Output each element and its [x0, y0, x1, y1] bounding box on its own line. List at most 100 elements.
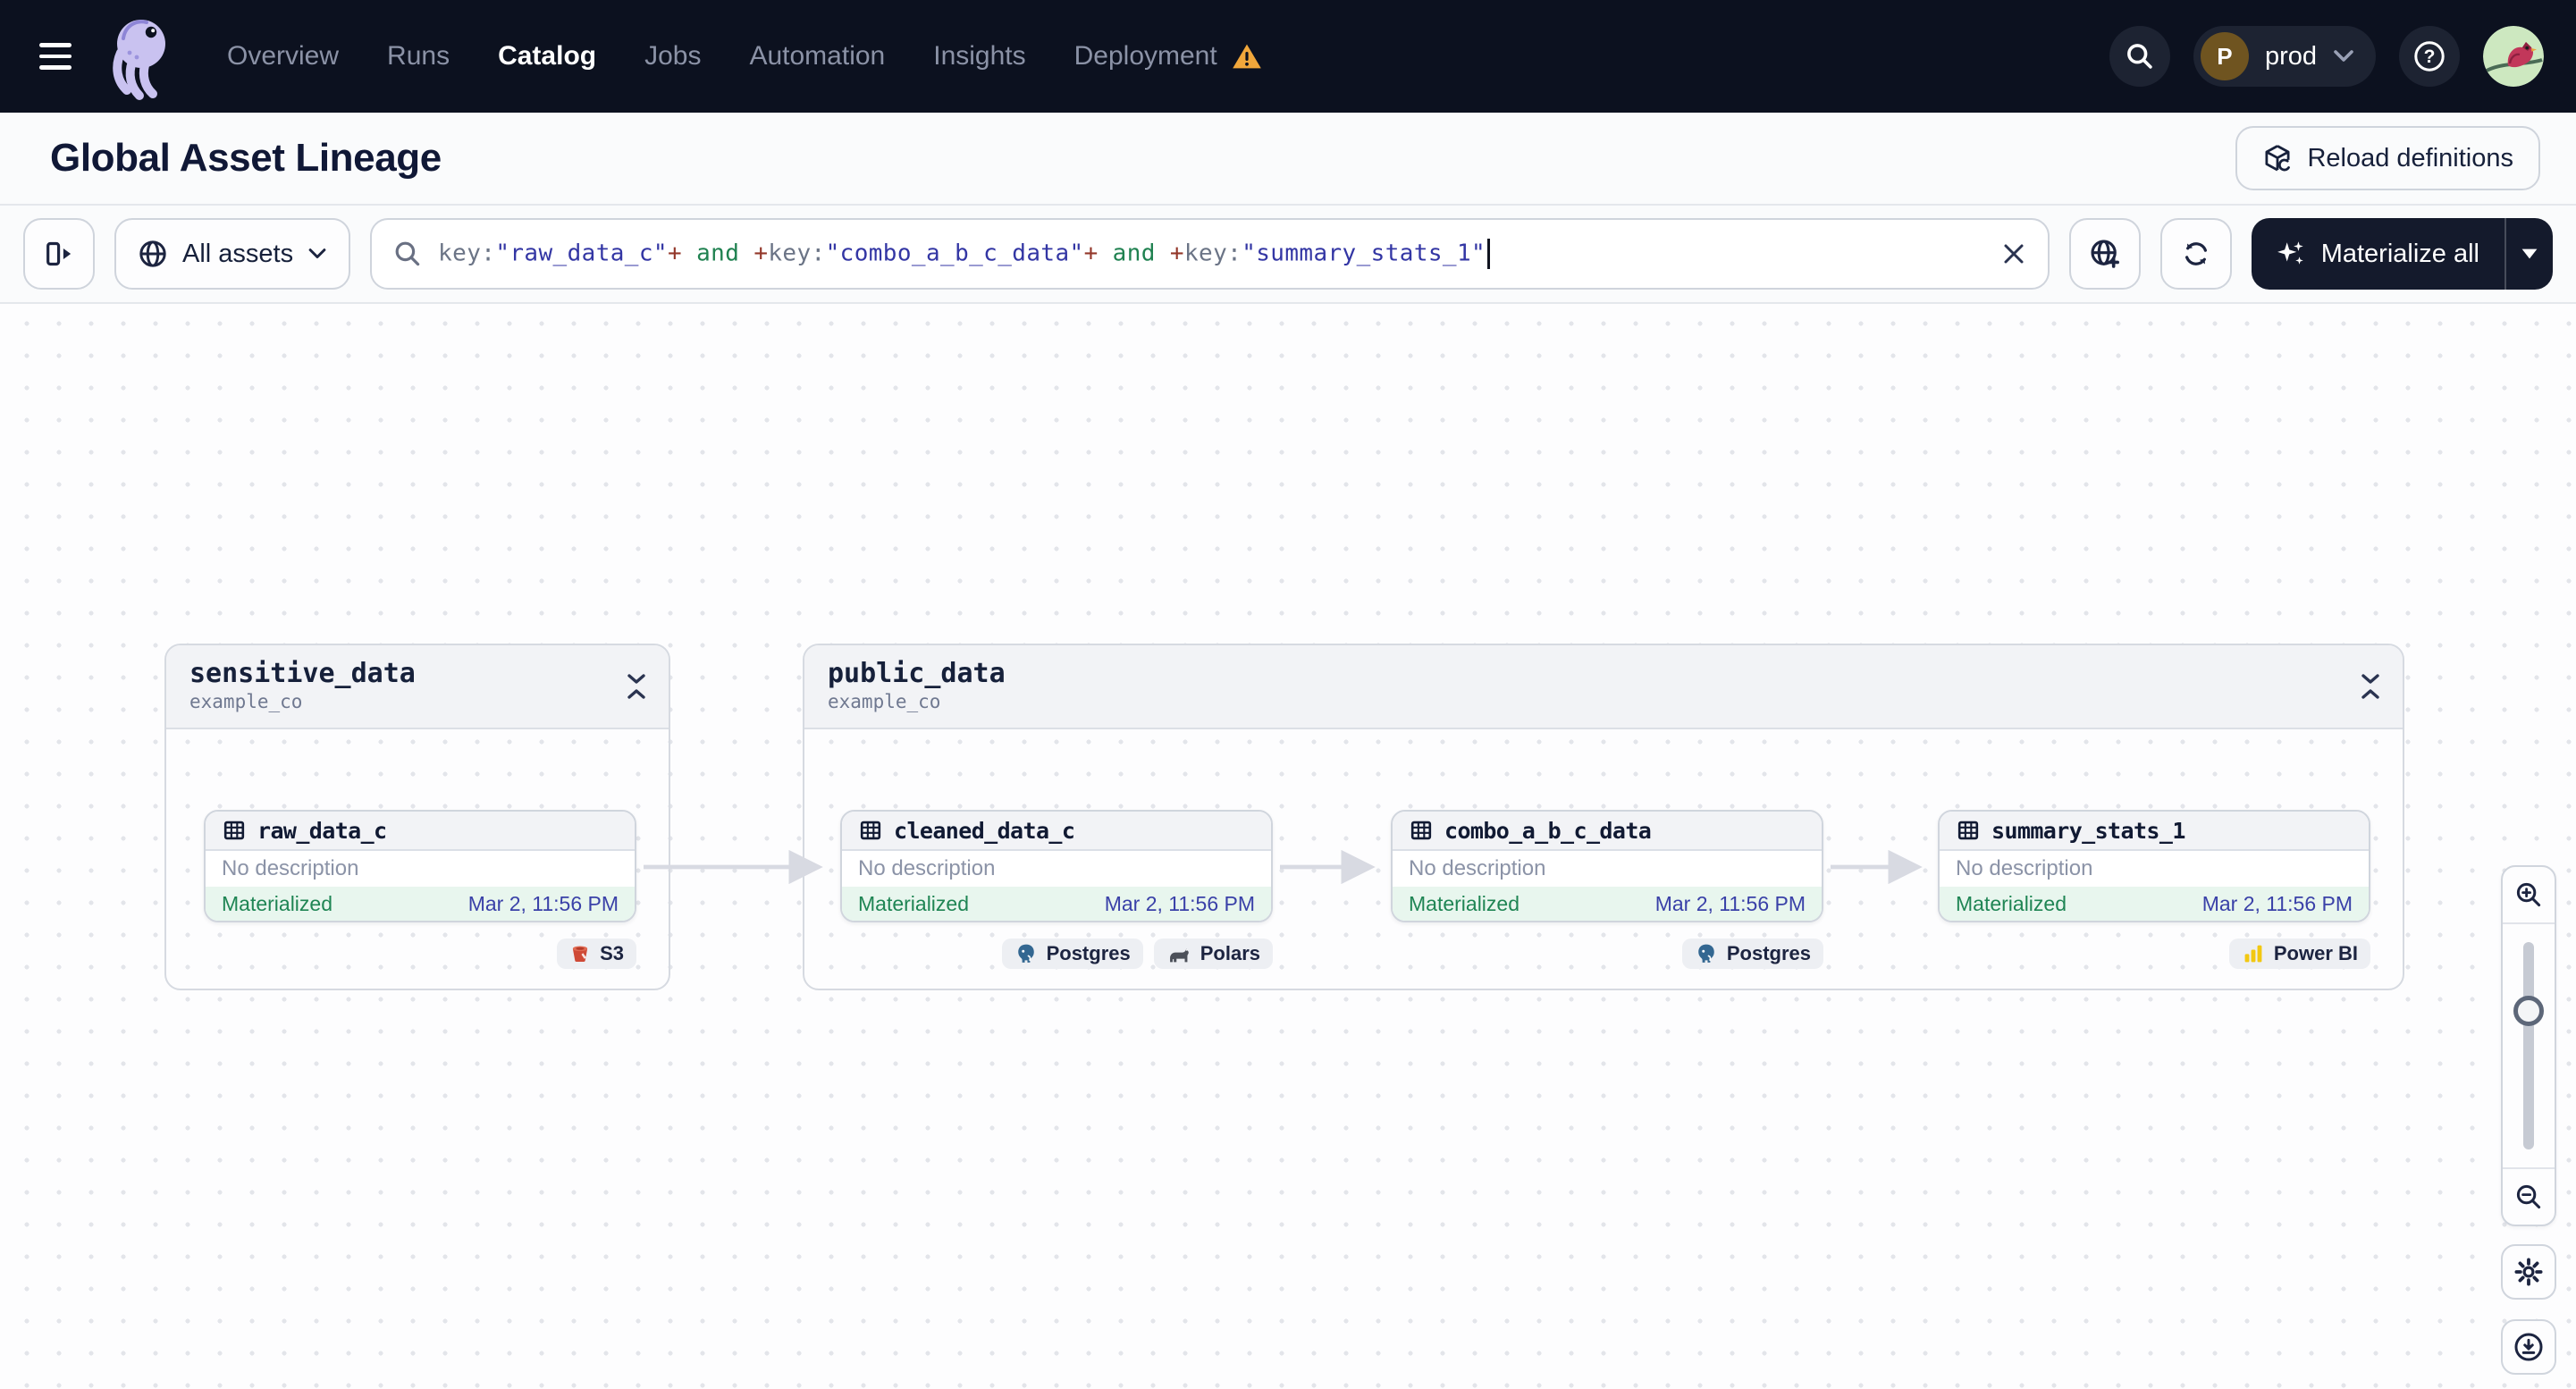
group-code-location: example_co [189, 691, 303, 712]
zoom-in-icon [2516, 882, 2541, 907]
materialization-timestamp[interactable]: Mar 2, 11:56 PM [468, 892, 619, 916]
asset-name: raw_data_c [257, 817, 387, 844]
asset-node[interactable]: raw_data_c No description Materialized M… [204, 810, 636, 922]
download-icon [2514, 1333, 2543, 1361]
deployment-switcher[interactable]: P prod [2193, 26, 2376, 87]
group-name: sensitive_data [189, 658, 416, 689]
asset-tags: Power BI [1938, 939, 2370, 969]
user-avatar[interactable] [2483, 26, 2544, 87]
asset-node[interactable]: cleaned_data_c No description Materializ… [840, 810, 1273, 922]
chevron-down-icon [2334, 50, 2353, 62]
cardinal-bird-avatar-image [2483, 26, 2544, 87]
text-cursor [1487, 239, 1491, 269]
postgres-elephant-icon [1017, 944, 1034, 963]
save-catalog-view-button[interactable] [2068, 218, 2141, 290]
deployment-warning-icon [1232, 44, 1261, 69]
collapse-group-button[interactable] [2354, 670, 2387, 703]
help-button[interactable]: ? [2399, 26, 2460, 87]
download-image-button[interactable] [2501, 1319, 2556, 1375]
top-nav-bar: Overview Runs Catalog Jobs Automation In… [0, 0, 2576, 113]
zoom-slider[interactable] [2503, 924, 2555, 1167]
clear-query-button[interactable] [2001, 241, 2026, 266]
deployment-avatar: P [2200, 32, 2249, 80]
asset-scope-dropdown[interactable]: All assets [114, 218, 351, 290]
asset-name: summary_stats_1 [1991, 817, 2185, 844]
collapse-icon [627, 674, 645, 699]
asset-description: No description [1409, 856, 1546, 880]
refresh-icon [2185, 242, 2207, 265]
materialization-status: Materialized [222, 891, 333, 915]
asset-node[interactable]: summary_stats_1 No description Materiali… [1938, 810, 2370, 922]
table-asset-icon [223, 821, 245, 840]
asset-description: No description [858, 856, 996, 880]
lineage-toolbar: All assets key:"raw_data_c"+ and +key:"c… [0, 206, 2576, 304]
svg-text:?: ? [2424, 46, 2436, 67]
tag-power-bi[interactable]: Power BI [2228, 939, 2370, 969]
graph-settings-button[interactable] [2501, 1244, 2556, 1300]
materialization-status: Materialized [858, 891, 969, 915]
global-search-button[interactable] [2109, 26, 2170, 87]
zoom-slider-handle[interactable] [2513, 996, 2544, 1026]
nav-item-overview[interactable]: Overview [227, 41, 339, 72]
group-header[interactable]: sensitive_data example_co [166, 645, 669, 729]
materialization-status: Materialized [1956, 891, 2067, 915]
hamburger-menu-button[interactable] [23, 24, 88, 88]
chevron-down-icon [308, 248, 326, 258]
nav-item-deployment[interactable]: Deployment [1074, 41, 1262, 72]
tag-postgres[interactable]: Postgres [1001, 939, 1143, 969]
materialization-status: Materialized [1409, 891, 1520, 915]
asset-summary-stats-1: summary_stats_1 No description Materiali… [1938, 810, 2370, 969]
materialization-timestamp[interactable]: Mar 2, 11:56 PM [1655, 892, 1806, 916]
collapse-group-button[interactable] [620, 670, 652, 703]
search-icon [395, 241, 420, 266]
nav-item-automation[interactable]: Automation [749, 41, 885, 72]
group-code-location: example_co [828, 691, 941, 712]
asset-name: combo_a_b_c_data [1444, 817, 1652, 844]
nav-item-catalog[interactable]: Catalog [498, 41, 596, 72]
table-asset-icon [860, 821, 881, 840]
asset-description: No description [222, 856, 359, 880]
materialize-all-main[interactable]: Materialize all [2252, 218, 2504, 290]
asset-name: cleaned_data_c [894, 817, 1075, 844]
materialize-all-button[interactable]: Materialize all [2251, 218, 2553, 290]
globe-icon [139, 240, 166, 267]
zoom-out-icon [2516, 1184, 2541, 1209]
tag-polars[interactable]: Polars [1153, 939, 1273, 969]
caret-down-icon [2521, 248, 2538, 259]
page-title: Global Asset Lineage [50, 136, 442, 180]
zoom-out-button[interactable] [2503, 1169, 2555, 1225]
nav-item-jobs[interactable]: Jobs [644, 41, 701, 72]
tag-s3[interactable]: S3 [557, 939, 636, 969]
dagster-octopus-logo [113, 20, 165, 100]
open-panel-icon [46, 241, 72, 266]
zoom-in-button[interactable] [2503, 867, 2555, 922]
asset-scope-label: All assets [182, 239, 294, 268]
asset-tags: Postgres Polars [840, 939, 1273, 969]
zoom-slider-track[interactable] [2523, 942, 2534, 1149]
open-left-panel-button[interactable] [23, 218, 95, 290]
asset-node[interactable]: combo_a_b_c_data No description Material… [1391, 810, 1823, 922]
refresh-graph-button[interactable] [2159, 218, 2232, 290]
asset-cleaned-data-c: cleaned_data_c No description Materializ… [840, 810, 1273, 969]
asset-selection-query: key:"raw_data_c"+ and +key:"combo_a_b_c_… [438, 239, 1985, 269]
nav-item-insights[interactable]: Insights [933, 41, 1025, 72]
group-header[interactable]: public_data example_co [804, 645, 2403, 729]
reload-definitions-icon [2265, 145, 2291, 172]
reload-definitions-button[interactable]: Reload definitions [2235, 126, 2540, 190]
table-asset-icon [1957, 821, 1979, 840]
tag-postgres[interactable]: Postgres [1681, 939, 1823, 969]
zoom-control-group [2501, 865, 2556, 1226]
help-icon: ? [2414, 41, 2445, 72]
lineage-graph-canvas[interactable]: sensitive_data example_co raw_data_c No … [0, 304, 2576, 1389]
asset-combo-a-b-c-data: combo_a_b_c_data No description Material… [1391, 810, 1823, 969]
materialization-timestamp[interactable]: Mar 2, 11:56 PM [1105, 892, 1255, 916]
asset-tags: S3 [204, 939, 636, 969]
asset-selection-input[interactable]: key:"raw_data_c"+ and +key:"combo_a_b_c_… [370, 218, 2050, 290]
materialize-options-caret[interactable] [2504, 218, 2553, 290]
postgres-elephant-icon [1698, 944, 1714, 963]
asset-group-sensitive-data: sensitive_data example_co raw_data_c No … [164, 644, 670, 990]
nav-item-runs[interactable]: Runs [387, 41, 450, 72]
materialization-timestamp[interactable]: Mar 2, 11:56 PM [2202, 892, 2353, 916]
asset-description: No description [1956, 856, 2093, 880]
nav-right-cluster: P prod ? [2109, 26, 2544, 87]
